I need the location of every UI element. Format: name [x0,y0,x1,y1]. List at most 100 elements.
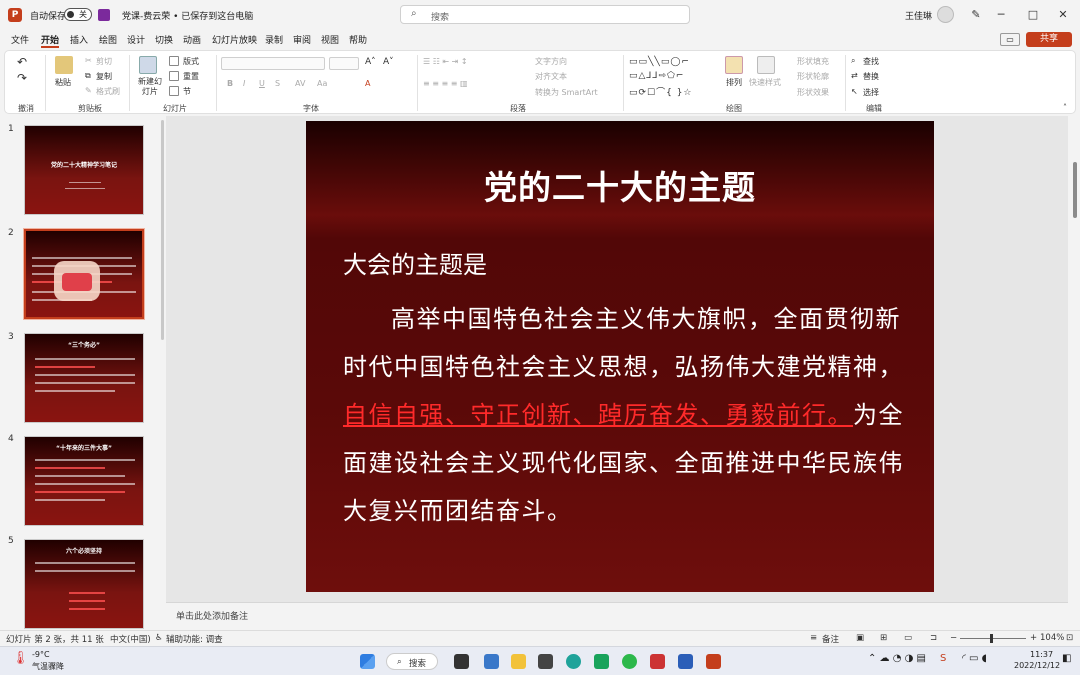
tab-draw[interactable]: 绘图 [99,33,117,46]
grow-font-icon[interactable]: A˄ [365,57,376,67]
shapes-gallery-row3[interactable]: ▭⟳☐⌒{ }☆ [629,85,693,98]
zoom-slider[interactable] [960,638,1026,639]
slide-thumbnail-1[interactable]: 党的二十大精神学习笔记 [24,125,144,215]
tab-transitions[interactable]: 切换 [155,33,173,46]
app-icon[interactable] [538,654,553,669]
word-icon[interactable] [678,654,693,669]
notes-toggle[interactable]: 备注 [822,633,839,645]
powerpoint-icon[interactable] [706,654,721,669]
windows-start-icon[interactable] [360,654,375,669]
copy-button[interactable]: 复制 [96,71,112,82]
notes-pane[interactable]: 单击此处添加备注 [166,602,1068,628]
save-icon[interactable] [98,9,110,21]
case-icon[interactable]: Aa [317,79,327,88]
layout-button[interactable]: 版式 [183,56,199,67]
avatar[interactable] [937,6,954,23]
scrollbar-thumb[interactable] [1073,162,1077,218]
wechat-icon[interactable] [622,654,637,669]
notification-icon[interactable]: ◧ [1062,653,1071,664]
user-name[interactable]: 王佳琳 [905,9,932,22]
language-indicator[interactable]: 中文(中国) [110,633,151,645]
tab-slideshow[interactable]: 幻灯片放映 [212,33,257,46]
app-icon-red[interactable] [650,654,665,669]
new-slide-button[interactable]: 新建幻灯片 [135,77,165,97]
slide-title[interactable]: 党的二十大的主题 [306,161,934,209]
file-explorer-icon[interactable] [511,654,526,669]
shrink-font-icon[interactable]: A˅ [383,57,394,67]
arrange-button[interactable]: 排列 [726,77,742,88]
format-painter-button[interactable]: 格式刷 [96,86,120,97]
share-button[interactable]: 共享 [1026,32,1072,47]
slide-thumbnail-5[interactable]: 六个必须坚持 [24,539,144,629]
app-icon-green[interactable] [594,654,609,669]
paste-button[interactable]: 粘贴 [55,77,71,88]
clock-date[interactable]: 2022/12/12 [1014,661,1060,670]
paste-icon[interactable] [55,56,73,74]
reset-button[interactable]: 重置 [183,71,199,82]
zoom-level[interactable]: 104% [1040,633,1064,643]
slide-body-text[interactable]: 高举中国特色社会主义伟大旗帜，全面贯彻新时代中国特色社会主义思想，弘扬伟大建党精… [343,295,905,535]
shape-outline-button[interactable]: 形状轮廓 [797,71,829,82]
font-size-field[interactable] [329,57,359,70]
bullets-icon[interactable]: ☰ ☷ ⇤ ⇥ ↕ [423,57,468,66]
undo-icon[interactable]: ↶ [17,55,27,69]
align-text-button[interactable]: 对齐文本 [535,71,567,82]
zoom-in-icon[interactable]: + [1030,633,1037,643]
slide-thumbnail-3[interactable]: “三个务必” [24,333,144,423]
slide-sorter-icon[interactable]: ⊞ [880,633,887,643]
font-color-icon[interactable]: A [365,79,370,88]
tab-help[interactable]: 帮助 [349,33,367,46]
accessibility-status[interactable]: 辅助功能: 调查 [166,633,223,645]
tab-insert[interactable]: 插入 [70,33,88,46]
zoom-slider-handle[interactable] [990,634,993,643]
tab-design[interactable]: 设计 [127,33,145,46]
minimize-icon[interactable]: ─ [990,6,1012,24]
comment-icon[interactable]: ▭ [1000,33,1020,46]
weather-temperature[interactable]: -9°C [32,650,50,659]
bold-icon[interactable]: B [227,79,233,88]
shape-effects-button[interactable]: 形状效果 [797,87,829,98]
thumbnail-scrollbar[interactable] [161,120,164,340]
task-view-icon[interactable] [454,654,469,669]
quick-styles-icon[interactable] [757,56,775,74]
find-button[interactable]: 查找 [863,56,879,67]
shape-fill-button[interactable]: 形状填充 [797,56,829,67]
fit-slide-icon[interactable]: ⊡ [1066,633,1073,643]
edge-browser-icon[interactable] [566,654,581,669]
redo-icon[interactable]: ↷ [17,71,27,85]
section-button[interactable]: 节 [183,86,191,97]
tab-file[interactable]: 文件 [11,33,29,46]
pen-icon[interactable]: ✎ [965,6,987,24]
slide-canvas[interactable]: 党的二十大的主题 大会的主题是 高举中国特色社会主义伟大旗帜，全面贯彻新时代中国… [306,121,934,592]
italic-icon[interactable]: I [243,79,245,88]
slide-thumbnail-4[interactable]: “十年来的三件大事” [24,436,144,526]
font-name-field[interactable] [221,57,325,70]
slide-scrollbar[interactable] [1070,116,1080,630]
shapes-gallery[interactable]: ▭▭╲╲▭◯⌐ [629,57,690,67]
align-icons[interactable]: ≡ ≡ ≡ ≡ ▥ [423,79,468,88]
search-box[interactable]: ⌕ 搜索 [400,5,690,24]
ime-icon[interactable]: S [940,653,946,664]
weather-description[interactable]: 气温骤降 [32,661,64,672]
tab-review[interactable]: 审阅 [293,33,311,46]
tray-icons[interactable]: ⌃ ☁ ◔ ◑ ▤ [868,653,926,664]
zoom-out-icon[interactable]: − [950,633,957,643]
maximize-icon[interactable]: □ [1022,6,1044,24]
slide-thumbnail-2[interactable] [23,228,145,320]
taskbar-search[interactable]: ⌕ 搜索 [386,653,438,670]
replace-button[interactable]: 替换 [863,71,879,82]
shapes-gallery-row2[interactable]: ▭△⅃⅃⇨⬠⌐ [629,71,684,81]
tab-record[interactable]: 录制 [265,33,283,46]
spacing-icon[interactable]: AV [295,79,305,88]
widgets-icon[interactable] [484,654,499,669]
network-icon[interactable]: ◜ ▭ ◖ [962,653,987,664]
quick-styles-button[interactable]: 快速样式 [749,77,781,88]
new-slide-icon[interactable] [139,56,157,74]
shadow-icon[interactable]: S [275,79,280,88]
reading-view-icon[interactable]: ▭ [904,633,912,643]
select-button[interactable]: 选择 [863,87,879,98]
slideshow-icon[interactable]: ⊐ [930,633,937,643]
arrange-icon[interactable] [725,56,743,74]
close-icon[interactable]: ✕ [1052,6,1074,24]
tab-animations[interactable]: 动画 [183,33,201,46]
